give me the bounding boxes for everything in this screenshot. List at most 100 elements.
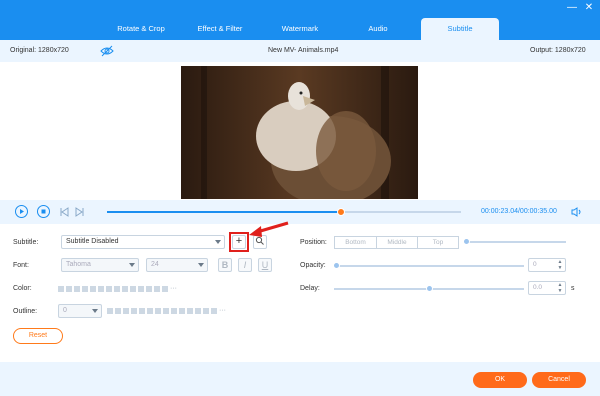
time-display: 00:00:23.04/00:00:35.00 (481, 208, 557, 215)
timeline-track[interactable] (107, 208, 461, 216)
stop-icon (41, 209, 46, 214)
color-swatch[interactable] (162, 286, 168, 292)
timeline-progress (107, 211, 341, 213)
color-swatch[interactable] (74, 286, 80, 292)
subtitle-label: Subtitle: (13, 239, 39, 246)
subtitle-settings: Subtitle: Subtitle Disabled + Font: Taho… (0, 221, 600, 362)
eye-off-icon[interactable] (100, 45, 114, 57)
stop-button[interactable] (37, 205, 50, 218)
font-size-dropdown[interactable]: 24 (146, 258, 208, 272)
font-family-dropdown[interactable]: Tahoma (61, 258, 139, 272)
spinner-arrows-icon[interactable]: ▲ ▼ (555, 282, 565, 294)
position-slider[interactable] (463, 238, 566, 245)
font-label: Font: (13, 262, 29, 269)
info-bar: Original: 1280x720 New MV- Animals.mp4 O… (0, 40, 600, 62)
subtitle-dropdown[interactable]: Subtitle Disabled (61, 235, 225, 249)
font-size-value: 24 (151, 261, 159, 268)
outline-label: Outline: (13, 308, 38, 315)
color-swatch[interactable] (58, 286, 64, 292)
cancel-button[interactable]: Cancel (532, 372, 586, 388)
position-middle-button[interactable]: Middle (376, 236, 418, 249)
position-slider-handle[interactable] (463, 238, 470, 245)
outline-swatch[interactable] (195, 308, 201, 314)
original-resolution: Original: 1280x720 (10, 47, 69, 54)
minimize-icon[interactable]: — (566, 2, 578, 14)
red-arrow-annotation (249, 221, 289, 237)
outline-dropdown[interactable]: 0 (58, 304, 102, 318)
color-swatch[interactable] (106, 286, 112, 292)
opacity-slider[interactable] (333, 262, 524, 269)
next-frame-icon[interactable] (75, 207, 85, 217)
file-name: New MV- Animals.mp4 (268, 47, 339, 54)
opacity-slider-handle[interactable] (333, 262, 340, 269)
outline-swatch[interactable] (155, 308, 161, 314)
chevron-down-icon (198, 263, 204, 267)
underline-button[interactable]: U (258, 258, 272, 272)
more-colors-icon[interactable]: ··· (170, 285, 177, 292)
font-family-value: Tahoma (66, 261, 91, 268)
color-label: Color: (13, 285, 32, 292)
tab-watermark[interactable]: Watermark (272, 18, 328, 40)
bold-button[interactable]: B (218, 258, 232, 272)
previous-frame-icon[interactable] (59, 207, 69, 217)
italic-button[interactable]: I (238, 258, 252, 272)
color-swatch[interactable] (146, 286, 152, 292)
outline-swatch[interactable] (123, 308, 129, 314)
outline-swatch[interactable] (163, 308, 169, 314)
preview-area (0, 62, 600, 200)
tab-rotate-crop[interactable]: Rotate & Crop (108, 18, 174, 40)
chevron-down-icon (215, 240, 221, 244)
opacity-label: Opacity: (300, 262, 326, 269)
position-label: Position: (300, 239, 327, 246)
more-colors-icon[interactable]: ··· (219, 307, 226, 314)
outline-swatch[interactable] (107, 308, 113, 314)
footer-bar: OK Cancel (0, 362, 600, 396)
outline-swatch[interactable] (139, 308, 145, 314)
color-swatch[interactable] (98, 286, 104, 292)
subtitle-value: Subtitle Disabled (66, 238, 119, 245)
outline-swatch[interactable] (131, 308, 137, 314)
color-swatch[interactable] (130, 286, 136, 292)
chevron-down-icon (92, 309, 98, 313)
outline-swatch[interactable] (147, 308, 153, 314)
position-bottom-button[interactable]: Bottom (334, 236, 377, 249)
color-swatch[interactable] (122, 286, 128, 292)
color-swatch[interactable] (82, 286, 88, 292)
video-preview (181, 66, 418, 199)
close-icon[interactable]: ✕ (583, 2, 595, 14)
tab-effect-filter[interactable]: Effect & Filter (190, 18, 250, 40)
delay-input[interactable]: 0.0 ▲ ▼ (528, 281, 566, 295)
delay-slider[interactable] (334, 285, 524, 292)
delay-slider-handle[interactable] (426, 285, 433, 292)
tab-audio[interactable]: Audio (355, 18, 401, 40)
outline-swatch[interactable] (211, 308, 217, 314)
color-swatch[interactable] (154, 286, 160, 292)
outline-swatch[interactable] (115, 308, 121, 314)
spinner-arrows-icon[interactable]: ▲ ▼ (555, 259, 565, 271)
chevron-down-icon (129, 263, 135, 267)
tab-bar: Rotate & Crop Effect & Filter Watermark … (0, 0, 600, 40)
color-swatch[interactable] (138, 286, 144, 292)
reset-button[interactable]: Reset (13, 328, 63, 344)
color-swatch[interactable] (66, 286, 72, 292)
volume-icon[interactable] (571, 207, 582, 217)
outline-swatches[interactable]: ··· (107, 307, 226, 314)
delay-unit: s (571, 285, 575, 292)
color-swatch[interactable] (114, 286, 120, 292)
color-swatch[interactable] (90, 286, 96, 292)
outline-swatch[interactable] (203, 308, 209, 314)
ok-button[interactable]: OK (473, 372, 527, 388)
tab-subtitle[interactable]: Subtitle (421, 18, 499, 40)
outline-swatch[interactable] (187, 308, 193, 314)
color-swatches[interactable]: ··· (58, 285, 177, 292)
timeline-handle[interactable] (336, 208, 345, 216)
output-resolution: Output: 1280x720 (530, 47, 586, 54)
outline-swatch[interactable] (179, 308, 185, 314)
player-controls: 00:00:23.04/00:00:35.00 (0, 200, 600, 224)
opacity-input[interactable]: 0 ▲ ▼ (528, 258, 566, 272)
position-top-button[interactable]: Top (417, 236, 459, 249)
outline-swatch[interactable] (171, 308, 177, 314)
play-button[interactable] (15, 205, 28, 218)
play-icon (20, 209, 24, 214)
opacity-value: 0 (533, 261, 537, 268)
